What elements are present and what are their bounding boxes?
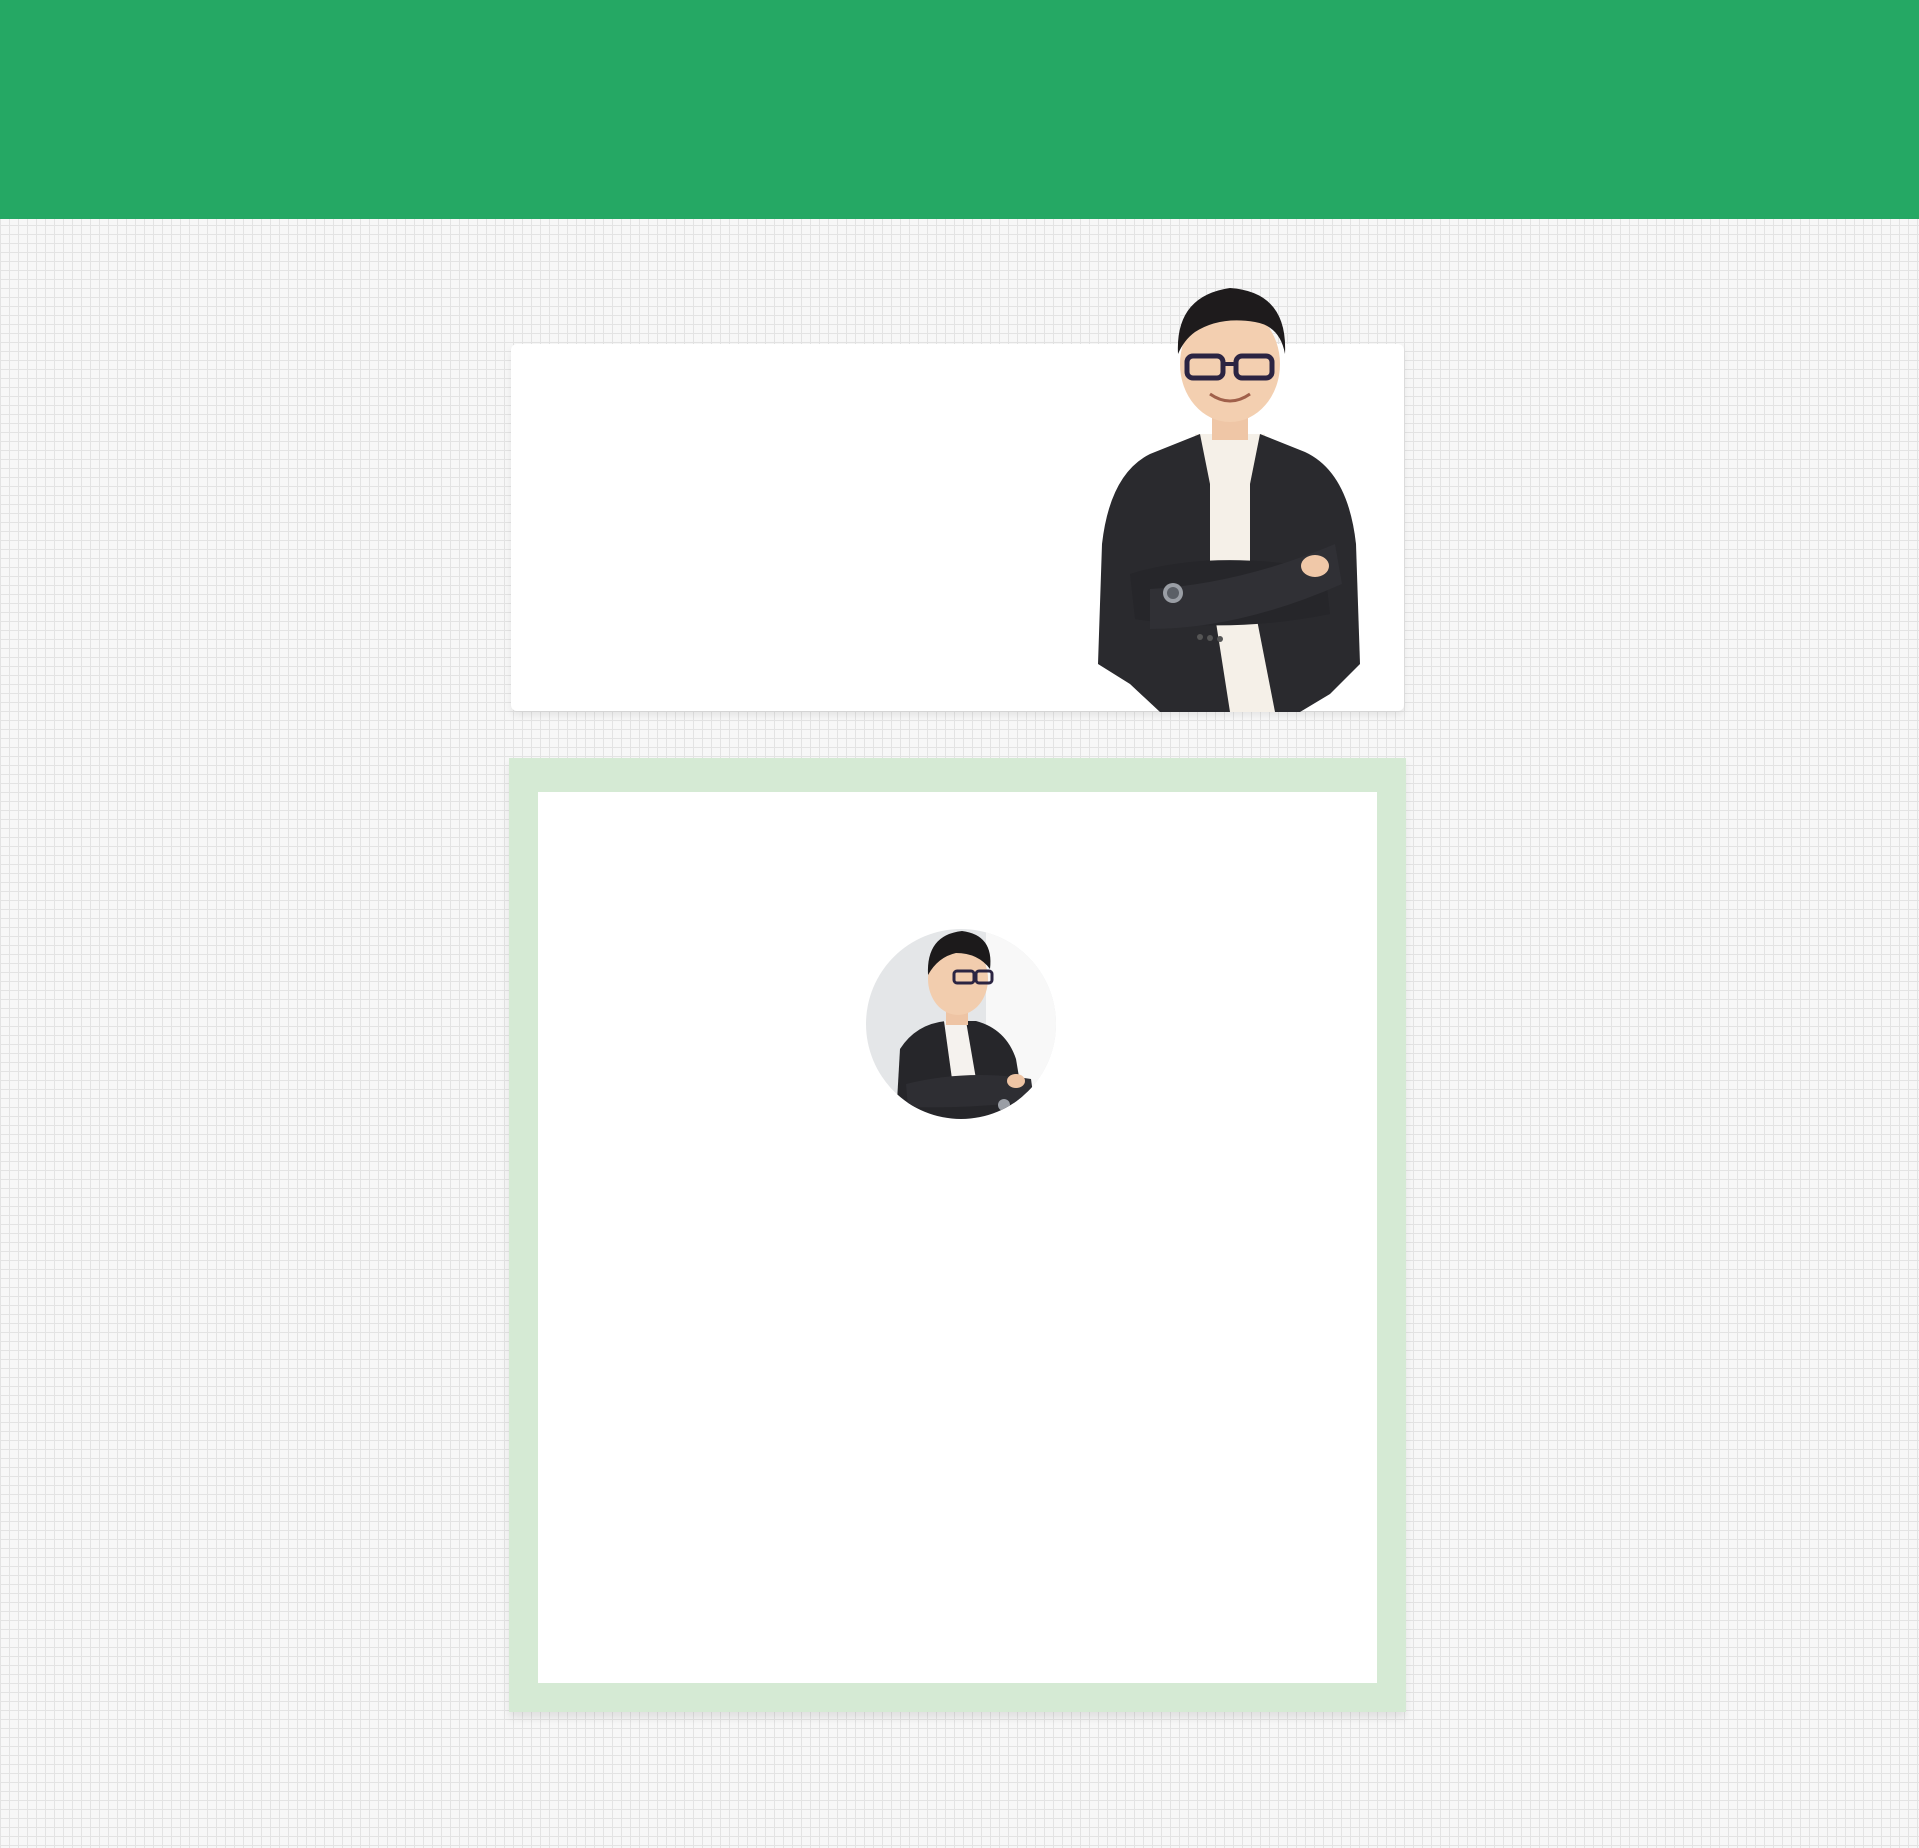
profile-card-frame <box>509 758 1406 1712</box>
avatar-icon <box>866 929 1056 1119</box>
header-bar <box>0 0 1919 219</box>
person-photo-icon <box>1098 288 1360 712</box>
profile-card-body <box>538 792 1377 1683</box>
